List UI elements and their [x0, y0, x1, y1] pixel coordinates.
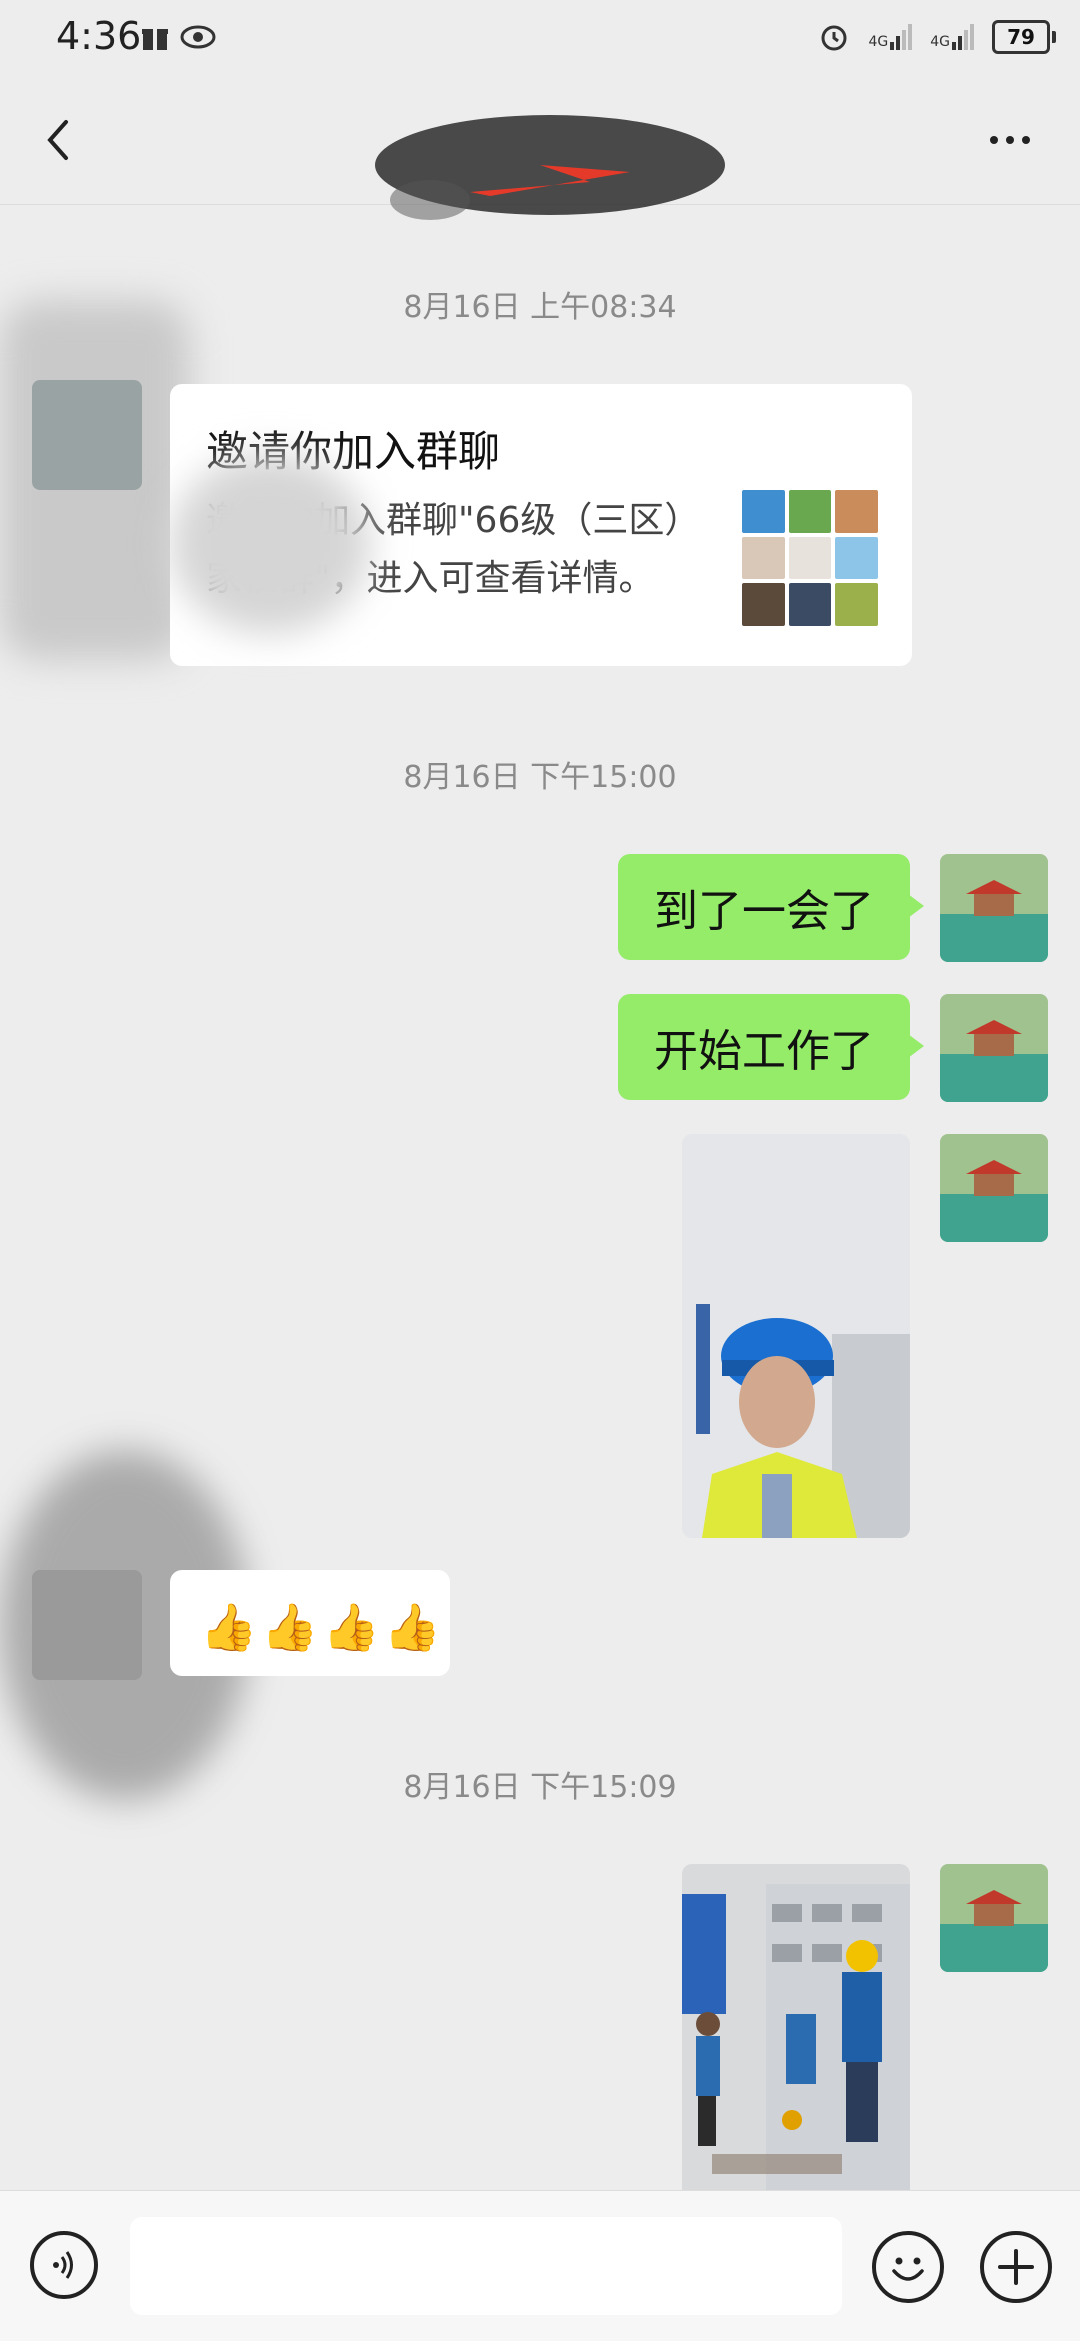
gift-icon	[142, 29, 168, 50]
sent-photo[interactable]	[682, 1864, 910, 2190]
chat-header	[0, 80, 1080, 220]
voice-button[interactable]	[30, 2231, 98, 2299]
invite-card[interactable]: 邀请你加入群聊 邀请你加入群聊"66级（三区）家校群"，进入可查看详情。	[170, 384, 912, 666]
signal-icon: 4G	[930, 24, 974, 50]
voice-icon	[53, 2251, 73, 2279]
sent-message-bubble[interactable]: 开始工作了	[618, 994, 924, 1100]
more-dots-icon	[990, 136, 998, 144]
my-avatar[interactable]	[940, 1134, 1048, 1242]
group-avatar-grid	[742, 490, 878, 626]
plus-icon	[998, 2249, 1034, 2285]
emoji-button[interactable]	[872, 2231, 944, 2303]
emoji-icon	[892, 2257, 924, 2281]
battery-icon: 79	[992, 20, 1056, 54]
timestamp: 8月16日 下午15:09	[403, 1770, 677, 1805]
back-button[interactable]	[30, 110, 90, 170]
redaction-blur	[170, 454, 370, 634]
alarm-icon	[821, 25, 847, 51]
status-time: 4:36	[56, 14, 142, 58]
my-avatar[interactable]	[940, 854, 1048, 962]
sent-message-bubble[interactable]: 到了一会了	[618, 854, 924, 960]
timestamp: 8月16日 下午15:00	[403, 760, 677, 795]
status-icons-left	[140, 22, 216, 52]
my-avatar[interactable]	[940, 1864, 1048, 1972]
thumbs-up-emoji: 👍👍👍👍	[200, 1600, 446, 1654]
chat-input-bar	[0, 2190, 1080, 2341]
avatar[interactable]	[32, 1570, 142, 1680]
sent-photo[interactable]	[682, 1134, 910, 1538]
redacted-title-scribble	[370, 110, 730, 240]
eye-icon	[180, 25, 216, 49]
message-input[interactable]	[130, 2217, 842, 2315]
status-icons-right: 4G 4G 79	[818, 20, 1056, 54]
received-message-bubble[interactable]: 👍👍👍👍	[170, 1570, 450, 1676]
more-actions-button[interactable]	[980, 2231, 1052, 2303]
chevron-left-icon	[47, 120, 68, 160]
avatar[interactable]	[32, 380, 142, 490]
my-avatar[interactable]	[940, 994, 1048, 1102]
signal-icon: 4G	[868, 24, 913, 50]
status-bar: 4:36 4G 4G 79	[0, 0, 1080, 80]
network-label: 4G	[868, 34, 889, 50]
more-button[interactable]	[970, 110, 1050, 170]
network-label: 4G	[930, 34, 950, 50]
